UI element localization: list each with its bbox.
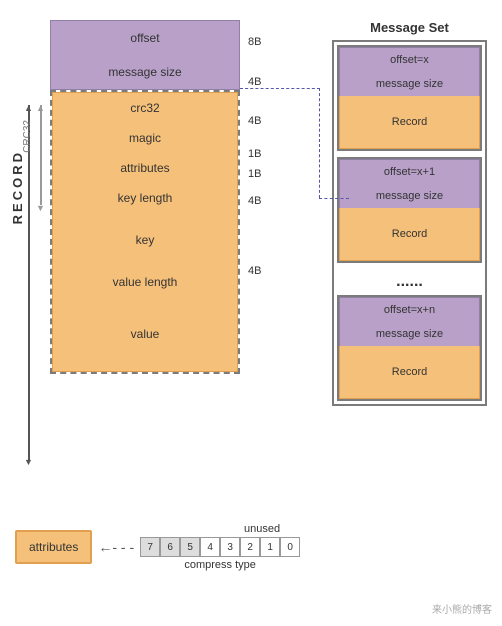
bits-container: unused 7 6 5 4 3 2 1 0 compress type <box>140 523 300 571</box>
crc32-field: crc32 <box>52 92 238 124</box>
record-arrow-down: ▼ <box>24 457 33 467</box>
compress-label: compress type <box>184 559 256 571</box>
msg1-offset: offset=x <box>339 47 480 73</box>
bit-3: 3 <box>220 537 240 557</box>
msg2-msgsize: message size <box>339 184 480 209</box>
size-8b: 8B <box>248 36 261 48</box>
magic-field: magic <box>52 123 238 154</box>
msg2-offset: offset=x+1 <box>339 159 480 185</box>
bits-row: 7 6 5 4 3 2 1 0 <box>140 537 300 557</box>
msg1-record: Record <box>339 96 480 149</box>
bit-0: 0 <box>280 537 300 557</box>
size-4b-valuelen: 4B <box>248 265 261 277</box>
msg3-offset: offset=x+n <box>339 297 480 323</box>
key-length-field: key length <box>52 183 238 214</box>
key-field: key <box>52 213 238 268</box>
crc32-brace-line <box>40 105 42 205</box>
msg-group-1: offset=x message size Record <box>337 45 482 151</box>
crc32-arrow-up: ▲ <box>36 103 45 113</box>
connector-bottom <box>319 198 349 199</box>
crc32-label: CRC32 <box>22 120 33 153</box>
record-brace-line <box>28 105 30 460</box>
msg1-msgsize: message size <box>339 72 480 97</box>
crc32-arrow-down: ▼ <box>36 203 45 213</box>
value-field: value <box>52 297 238 372</box>
bit-2: 2 <box>240 537 260 557</box>
msg2-record: Record <box>339 208 480 261</box>
size-4b-keylen: 4B <box>248 195 261 207</box>
record-dashed-box: crc32 magic attributes key length key va… <box>50 90 240 374</box>
msg-group-2: offset=x+1 message size Record <box>337 157 482 263</box>
record-arrow-up: ▲ <box>24 103 33 113</box>
bottom-row: attributes ←- - - unused 7 6 5 4 3 2 1 0… <box>15 523 300 571</box>
size-1b-magic: 1B <box>248 148 261 160</box>
connector-right <box>319 88 320 198</box>
msg3-msgsize: message size <box>339 322 480 347</box>
message-size-field: message size <box>50 55 240 90</box>
size-4b-crc: 4B <box>248 115 261 127</box>
offset-field: offset <box>50 20 240 56</box>
main-container: offset message size crc32 magic attribut… <box>0 0 502 626</box>
right-structure: Message Set offset=x message size Record… <box>332 20 487 406</box>
bottom-section: attributes ←- - - unused 7 6 5 4 3 2 1 0… <box>15 523 300 571</box>
value-length-field: value length <box>52 267 238 298</box>
dots-separator: ...... <box>337 269 482 295</box>
attributes-box: attributes <box>15 530 92 564</box>
connector-top <box>240 88 320 89</box>
bit-5: 5 <box>180 537 200 557</box>
left-structure: offset message size crc32 magic attribut… <box>50 20 240 374</box>
size-1b-attr: 1B <box>248 168 261 180</box>
msg-group-3: offset=x+n message size Record <box>337 295 482 401</box>
message-set-title: Message Set <box>332 20 487 35</box>
record-label: RECORD <box>10 150 25 224</box>
message-set-box: offset=x message size Record offset=x+1 … <box>332 40 487 406</box>
bit-6: 6 <box>160 537 180 557</box>
msg3-record: Record <box>339 346 480 399</box>
attributes-field: attributes <box>52 153 238 184</box>
bit-1: 1 <box>260 537 280 557</box>
unused-label: unused <box>244 523 280 535</box>
bit-7: 7 <box>140 537 160 557</box>
bit-4: 4 <box>200 537 220 557</box>
watermark: 来小熊的博客 <box>432 601 492 616</box>
size-4b-msgsize: 4B <box>248 76 261 88</box>
left-arrow: ←- - - <box>98 539 134 555</box>
